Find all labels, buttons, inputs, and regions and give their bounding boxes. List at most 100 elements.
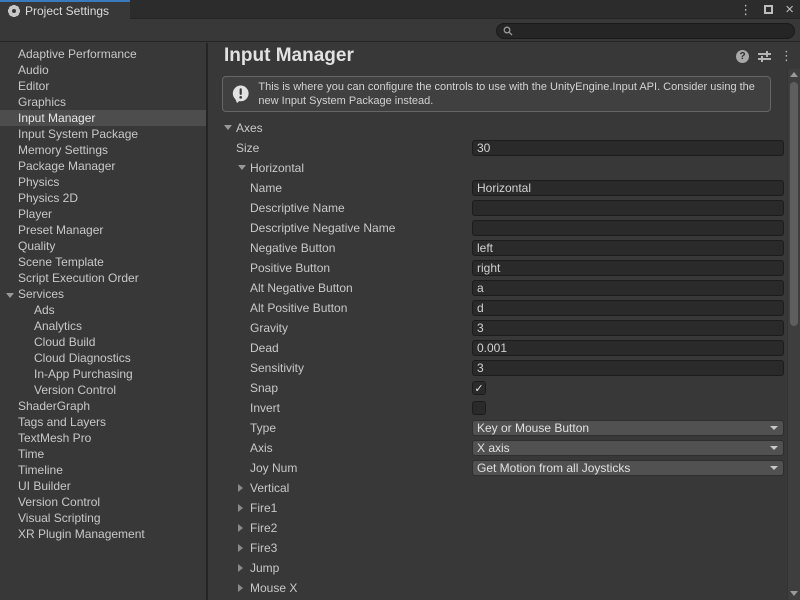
dropdown-axis[interactable]: X axis [472, 440, 784, 456]
sidebar-item-input-system-package[interactable]: Input System Package [0, 126, 206, 142]
text-field-name[interactable] [472, 180, 784, 196]
checkbox-invert[interactable] [472, 401, 486, 415]
sidebar-item-services[interactable]: Services [0, 286, 206, 302]
row-descriptive-negative-name: Descriptive Negative Name [210, 218, 787, 238]
sidebar-item-script-execution-order[interactable]: Script Execution Order [0, 270, 206, 286]
row-name: Name [210, 178, 787, 198]
sidebar-item-xr-plugin-management[interactable]: XR Plugin Management [0, 526, 206, 542]
sidebar-item-label: Input System Package [18, 126, 138, 142]
text-field-positive-button[interactable] [472, 260, 784, 276]
maximize-icon[interactable] [764, 0, 773, 19]
scroll-down-icon[interactable] [788, 588, 800, 599]
row-fire3: Fire3 [210, 538, 787, 558]
foldout-open-icon[interactable] [238, 165, 246, 170]
sidebar-item-label: Cloud Diagnostics [34, 350, 131, 366]
foldout-closed-icon[interactable] [238, 504, 243, 512]
sidebar-item-label: ShaderGraph [18, 398, 90, 414]
chevron-down-icon [770, 426, 778, 430]
sidebar-item-label: Physics [18, 174, 59, 190]
sidebar-item-version-control[interactable]: Version Control [0, 494, 206, 510]
text-field-sensitivity[interactable] [472, 360, 784, 376]
row-label: Sensitivity [250, 358, 304, 378]
text-field-dead[interactable] [472, 340, 784, 356]
sidebar-item-scene-template[interactable]: Scene Template [0, 254, 206, 270]
text-field-descriptive-name[interactable] [472, 200, 784, 216]
sidebar-item-timeline[interactable]: Timeline [0, 462, 206, 478]
sidebar-item-label: Adaptive Performance [18, 46, 137, 62]
foldout-closed-icon[interactable] [238, 544, 243, 552]
row-label: Fire1 [250, 498, 277, 518]
sidebar-item-cloud-diagnostics[interactable]: Cloud Diagnostics [0, 350, 206, 366]
window-menu-icon[interactable]: ⋮ [739, 0, 752, 19]
sidebar-item-package-manager[interactable]: Package Manager [0, 158, 206, 174]
sidebar-item-textmesh-pro[interactable]: TextMesh Pro [0, 430, 206, 446]
text-field-alt-negative-button[interactable] [472, 280, 784, 296]
settings-sidebar: Adaptive Performance Audio Editor Graphi… [0, 43, 208, 600]
row-alt-positive-button: Alt Positive Button [210, 298, 787, 318]
sidebar-item-in-app-purchasing[interactable]: In-App Purchasing [0, 366, 206, 382]
checkbox-snap[interactable]: ✓ [472, 381, 486, 395]
scrollbar-thumb[interactable] [790, 82, 798, 326]
sidebar-item-physics-2d[interactable]: Physics 2D [0, 190, 206, 206]
text-field-negative-button[interactable] [472, 240, 784, 256]
row-label: Descriptive Negative Name [250, 218, 395, 238]
sidebar-item-analytics[interactable]: Analytics [0, 318, 206, 334]
row-fire1: Fire1 [210, 498, 787, 518]
dropdown-joy-num[interactable]: Get Motion from all Joysticks [472, 460, 784, 476]
sidebar-item-version-control[interactable]: Version Control [0, 382, 206, 398]
text-field-size[interactable] [472, 140, 784, 156]
row-label: Size [236, 138, 259, 158]
sidebar-item-graphics[interactable]: Graphics [0, 94, 206, 110]
dropdown-type[interactable]: Key or Mouse Button [472, 420, 784, 436]
foldout-closed-icon[interactable] [238, 564, 243, 572]
foldout-open-icon[interactable] [224, 125, 232, 130]
sidebar-item-audio[interactable]: Audio [0, 62, 206, 78]
foldout-closed-icon[interactable] [238, 584, 243, 592]
sidebar-item-label: Player [18, 206, 52, 222]
row-field: ✓ [472, 380, 784, 396]
help-icon[interactable]: ? [736, 50, 749, 63]
row-field [472, 200, 784, 216]
foldout-closed-icon[interactable] [238, 524, 243, 532]
sidebar-item-preset-manager[interactable]: Preset Manager [0, 222, 206, 238]
row-jump: Jump [210, 558, 787, 578]
foldout-icon[interactable] [6, 293, 14, 298]
sidebar-item-ads[interactable]: Ads [0, 302, 206, 318]
sidebar-item-time[interactable]: Time [0, 446, 206, 462]
sidebar-item-label: Physics 2D [18, 190, 78, 206]
sidebar-item-memory-settings[interactable]: Memory Settings [0, 142, 206, 158]
sidebar-item-ui-builder[interactable]: UI Builder [0, 478, 206, 494]
sidebar-item-physics[interactable]: Physics [0, 174, 206, 190]
sidebar-item-label: Analytics [34, 318, 82, 334]
close-icon[interactable]: × [785, 0, 794, 19]
text-field-alt-positive-button[interactable] [472, 300, 784, 316]
row-positive-button: Positive Button [210, 258, 787, 278]
panel-menu-icon[interactable]: ⋮ [780, 48, 793, 64]
sidebar-item-visual-scripting[interactable]: Visual Scripting [0, 510, 206, 526]
text-field-descriptive-negative-name[interactable] [472, 220, 784, 236]
sidebar-item-label: Version Control [18, 494, 100, 510]
sidebar-item-cloud-build[interactable]: Cloud Build [0, 334, 206, 350]
vertical-scrollbar[interactable] [787, 69, 800, 600]
search-box[interactable] [496, 23, 795, 39]
row-field [472, 320, 784, 336]
scroll-up-icon[interactable] [788, 69, 800, 80]
sidebar-item-editor[interactable]: Editor [0, 78, 206, 94]
dropdown-value: X axis [477, 441, 510, 455]
sidebar-item-shadergraph[interactable]: ShaderGraph [0, 398, 206, 414]
sidebar-item-tags-and-layers[interactable]: Tags and Layers [0, 414, 206, 430]
sidebar-item-adaptive-performance[interactable]: Adaptive Performance [0, 46, 206, 62]
row-label: Alt Negative Button [250, 278, 353, 298]
presets-icon[interactable] [758, 50, 771, 62]
sidebar-item-player[interactable]: Player [0, 206, 206, 222]
row-label: Axes [236, 118, 263, 138]
text-field-gravity[interactable] [472, 320, 784, 336]
sidebar-item-quality[interactable]: Quality [0, 238, 206, 254]
foldout-closed-icon[interactable] [238, 484, 243, 492]
search-input[interactable] [517, 25, 788, 37]
row-field [472, 240, 784, 256]
tab-project-settings[interactable]: Project Settings [0, 0, 130, 19]
sidebar-item-input-manager[interactable]: Input Manager [0, 110, 206, 126]
tab-label: Project Settings [25, 4, 109, 18]
sidebar-item-label: Script Execution Order [18, 270, 139, 286]
